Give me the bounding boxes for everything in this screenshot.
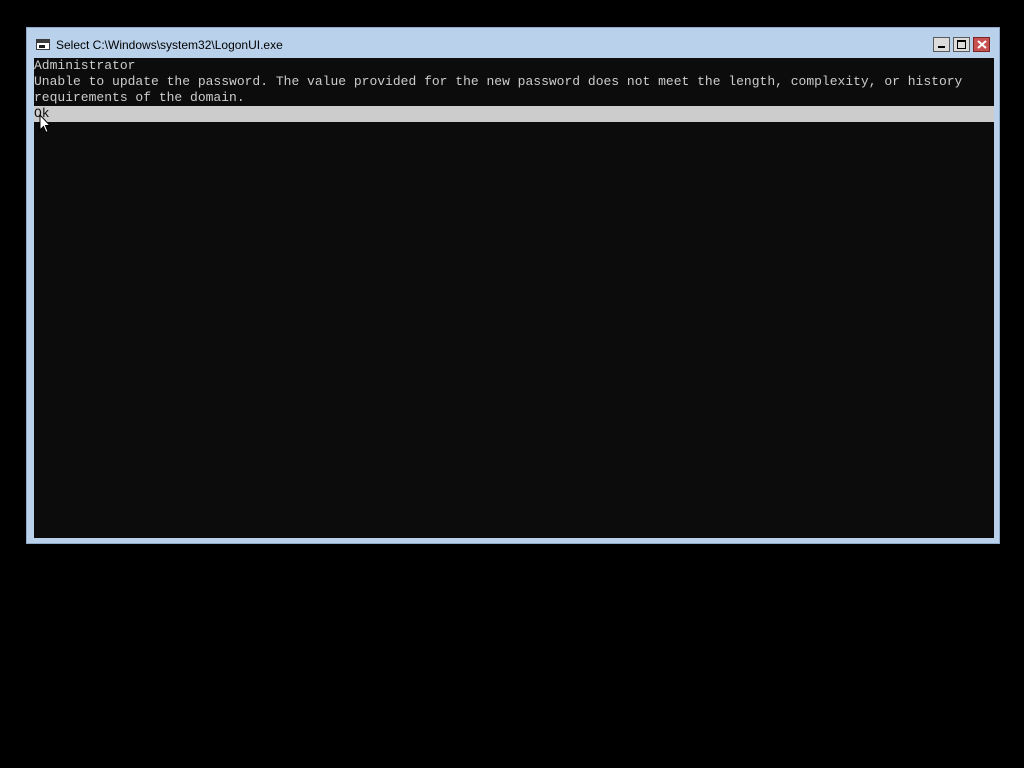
console-app-icon[interactable] [36, 39, 50, 50]
console-window: Select C:\Windows\system32\LogonUI.exe A… [26, 27, 1000, 544]
selection-highlight[interactable] [34, 106, 994, 122]
mouse-pointer-icon [39, 114, 51, 134]
console-line-username: Administrator [34, 58, 136, 73]
close-icon [977, 40, 987, 49]
maximize-button[interactable] [953, 37, 970, 52]
minimize-button[interactable] [933, 37, 950, 52]
console-line-error: Unable to update the password. The value… [34, 74, 963, 89]
console-line-error-continued: requirements of the domain. [34, 90, 245, 105]
title-bar[interactable]: Select C:\Windows\system32\LogonUI.exe [27, 28, 999, 58]
close-button[interactable] [973, 37, 990, 52]
console-output[interactable]: Administrator Unable to update the passw… [34, 58, 994, 538]
window-title: Select C:\Windows\system32\LogonUI.exe [56, 38, 283, 52]
